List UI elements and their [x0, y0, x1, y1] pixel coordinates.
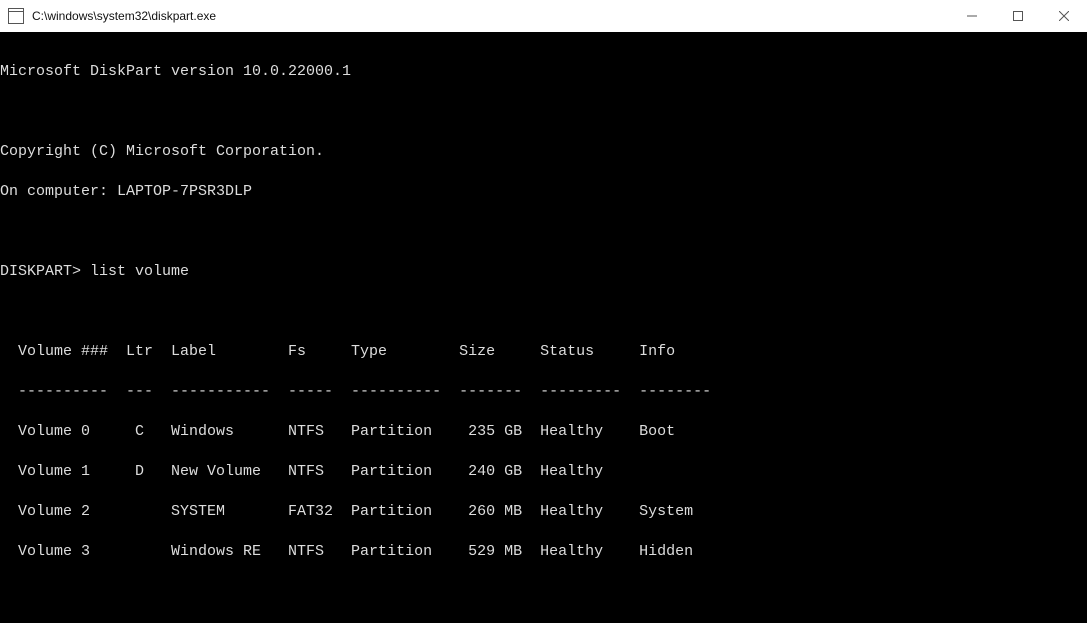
version-line: Microsoft DiskPart version 10.0.22000.1 — [0, 62, 1087, 82]
computer-line: On computer: LAPTOP-7PSR3DLP — [0, 182, 1087, 202]
minimize-icon — [967, 11, 977, 21]
blank-line — [0, 302, 1087, 322]
window-title: C:\windows\system32\diskpart.exe — [32, 9, 216, 23]
prompt-label: DISKPART> — [0, 263, 81, 280]
minimize-button[interactable] — [949, 0, 995, 32]
window-icon — [8, 8, 24, 24]
blank-line — [0, 582, 1087, 602]
table-divider: ---------- --- ----------- ----- -------… — [0, 382, 1087, 402]
table-row: Volume 3 Windows RE NTFS Partition 529 M… — [0, 542, 1087, 562]
table-row: Volume 2 SYSTEM FAT32 Partition 260 MB H… — [0, 502, 1087, 522]
app-window: C:\windows\system32\diskpart.exe Microso… — [0, 0, 1087, 623]
table-row: Volume 0 C Windows NTFS Partition 235 GB… — [0, 422, 1087, 442]
maximize-button[interactable] — [995, 0, 1041, 32]
command-text: list volume — [90, 263, 189, 280]
titlebar[interactable]: C:\windows\system32\diskpart.exe — [0, 0, 1087, 32]
table-header: Volume ### Ltr Label Fs Type Size Status… — [0, 342, 1087, 362]
terminal-output[interactable]: Microsoft DiskPart version 10.0.22000.1 … — [0, 32, 1087, 623]
close-icon — [1059, 11, 1069, 21]
blank-line — [0, 102, 1087, 122]
prompt-line-1: DISKPART> list volume — [0, 262, 1087, 282]
copyright-line: Copyright (C) Microsoft Corporation. — [0, 142, 1087, 162]
maximize-icon — [1013, 11, 1023, 21]
table-row: Volume 1 D New Volume NTFS Partition 240… — [0, 462, 1087, 482]
blank-line — [0, 222, 1087, 242]
close-button[interactable] — [1041, 0, 1087, 32]
